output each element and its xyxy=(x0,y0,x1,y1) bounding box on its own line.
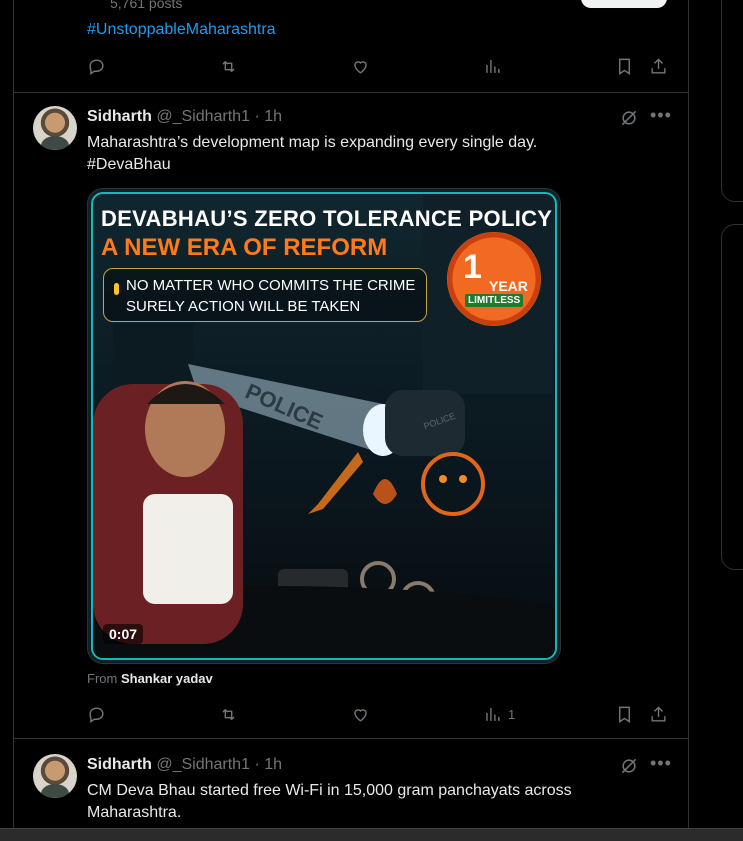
author-handle[interactable]: @_Sidharth1 xyxy=(156,756,250,773)
share-icon[interactable] xyxy=(649,702,668,726)
more-icon[interactable]: ••• xyxy=(650,754,671,776)
tweet[interactable]: Sidharth @_Sidharth1 · 1h ••• Maharashtr… xyxy=(14,92,688,739)
more-icon[interactable]: ••• xyxy=(650,106,671,128)
grok-icon[interactable] xyxy=(619,756,639,776)
video-frame: DEVABHAU’S ZERO TOLERANCE POLICY A NEW E… xyxy=(91,192,557,660)
tweet-text: Maharashtra’s development map is expandi… xyxy=(87,134,538,151)
author-name[interactable]: Sidharth xyxy=(87,756,152,773)
video-note-line2: SURELY ACTION WILL BE TAKEN xyxy=(126,298,361,315)
grok-icon[interactable] xyxy=(619,108,639,128)
sidebar-card[interactable] xyxy=(721,224,743,570)
author-handle[interactable]: @_Sidharth1 xyxy=(156,108,250,125)
like-icon[interactable] xyxy=(351,54,370,78)
tweet[interactable]: Sidharth @_Sidharth1 · 1h ••• CM Deva Bh… xyxy=(14,740,688,840)
bullet-icon xyxy=(114,283,119,295)
badge-limitless: LIMITLESS xyxy=(465,294,524,307)
tweet-header: Sidharth @_Sidharth1 · 1h xyxy=(87,756,282,774)
avatar[interactable] xyxy=(33,754,77,798)
hashtag-link[interactable]: #UnstoppableMaharashtra xyxy=(87,21,276,39)
one-year-badge: 1 YEAR LIMITLESS xyxy=(447,232,541,326)
video-player[interactable]: DEVABHAU’S ZERO TOLERANCE POLICY A NEW E… xyxy=(87,188,561,664)
follow-button[interactable] xyxy=(581,0,667,8)
tweet-header: Sidharth @_Sidharth1 · 1h xyxy=(87,108,282,126)
views-button[interactable]: 1 xyxy=(483,702,515,726)
share-icon[interactable] xyxy=(649,54,668,78)
timeline-feed: 5,761 posts #UnstoppableMaharashtra Sidh… xyxy=(13,0,689,840)
repost-icon[interactable] xyxy=(219,54,238,78)
video-duration: 0:07 xyxy=(103,624,144,644)
reply-icon[interactable] xyxy=(87,54,106,78)
badge-year: YEAR xyxy=(489,278,528,294)
repost-icon[interactable] xyxy=(219,702,238,726)
tweet-time[interactable]: · 1h xyxy=(254,756,282,773)
tweet-text-line1: CM Deva Bhau started free Wi-Fi in 15,00… xyxy=(87,782,572,799)
posts-count: 5,761 posts xyxy=(110,0,183,11)
like-icon[interactable] xyxy=(351,702,370,726)
video-note-box: NO MATTER WHO COMMITS THE CRIME SURELY A… xyxy=(103,268,427,322)
tweet-actions xyxy=(87,54,677,78)
source-author[interactable]: Shankar yadav xyxy=(121,671,213,686)
hashtag-link[interactable]: #DevaBhau xyxy=(87,154,647,176)
video-title-line1: DEVABHAU’S ZERO TOLERANCE POLICY xyxy=(101,206,553,231)
taskbar xyxy=(0,828,743,841)
badge-number: 1 xyxy=(463,248,482,286)
tweet-text-line2: Maharashtra. xyxy=(87,804,182,821)
tweet-actions: 1 xyxy=(87,702,677,726)
video-note-line1: NO MATTER WHO COMMITS THE CRIME xyxy=(126,277,416,294)
views-icon xyxy=(486,707,500,721)
video-title-line2: A NEW ERA OF REFORM xyxy=(101,234,388,261)
views-icon[interactable] xyxy=(483,54,502,78)
tweet-time[interactable]: · 1h xyxy=(254,108,282,125)
bookmark-icon[interactable] xyxy=(615,702,634,726)
avatar[interactable] xyxy=(33,106,77,150)
views-count: 1 xyxy=(508,706,516,722)
reply-icon[interactable] xyxy=(87,702,106,726)
sidebar-card[interactable] xyxy=(721,0,743,202)
previous-tweet[interactable]: 5,761 posts #UnstoppableMaharashtra xyxy=(14,0,688,93)
bookmark-icon[interactable] xyxy=(615,54,634,78)
author-name[interactable]: Sidharth xyxy=(87,108,152,125)
video-source: From Shankar yadav xyxy=(87,671,213,686)
from-prefix: From xyxy=(87,671,118,686)
